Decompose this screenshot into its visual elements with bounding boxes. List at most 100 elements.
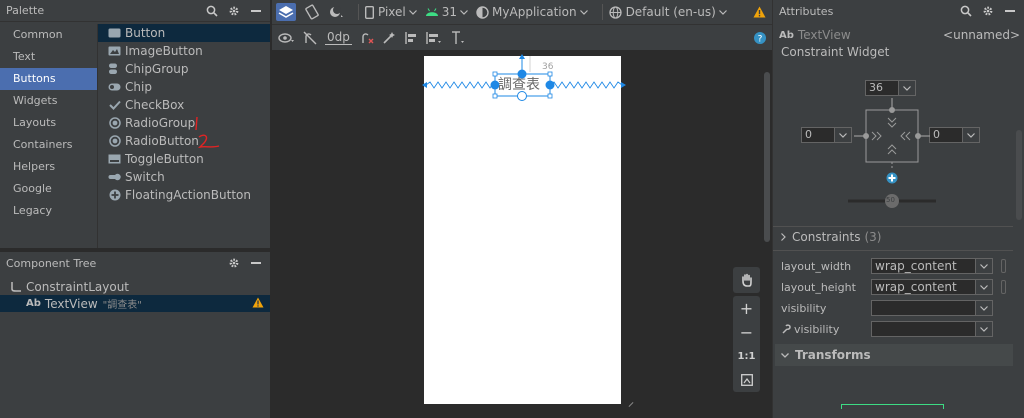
constraint-widget-title: Constraint Widget: [781, 45, 890, 59]
category-common[interactable]: Common: [0, 24, 97, 46]
guidelines-icon[interactable]: [450, 30, 466, 45]
tree-item-label: TextView: [44, 296, 98, 311]
left-margin-value[interactable]: 0: [801, 127, 835, 143]
constraints-section[interactable]: Constraints (3): [781, 230, 881, 244]
component-button[interactable]: Button: [98, 24, 270, 42]
device-selector[interactable]: Pixel: [365, 5, 417, 19]
component-radiogroup[interactable]: RadioGroup: [98, 114, 270, 132]
globe-icon: [608, 5, 622, 19]
minimize-icon[interactable]: [1002, 3, 1018, 19]
theme-selector[interactable]: MyApplication: [476, 5, 588, 19]
search-icon[interactable]: [204, 3, 220, 19]
constraint-widget-diagram[interactable]: [848, 96, 944, 216]
locale-selector[interactable]: Default (en-us): [608, 5, 727, 19]
chevron-down-icon[interactable]: [975, 300, 993, 316]
component-floatingactionbutton[interactable]: FloatingActionButton: [98, 186, 270, 204]
zoom-in-icon[interactable]: +: [733, 296, 760, 320]
category-text[interactable]: Text: [0, 46, 97, 68]
layout-height-value[interactable]: wrap_content: [871, 279, 976, 295]
tree-item-textview[interactable]: Ab TextView "調查表": [0, 295, 270, 312]
transforms-section[interactable]: Transforms: [775, 344, 1013, 366]
layout-width-dropdown[interactable]: wrap_content: [871, 258, 993, 274]
pack-icon[interactable]: [404, 31, 418, 45]
component-tree-header: Component Tree: [0, 252, 270, 274]
chevron-down-icon: [408, 9, 417, 15]
tools-visibility-label: visibility: [794, 322, 840, 336]
align-icon[interactable]: [426, 31, 442, 45]
infer-constraints-icon[interactable]: [382, 31, 396, 45]
component-label: Switch: [125, 170, 165, 184]
tools-visibility-row: visibility: [781, 319, 839, 339]
fab-icon: [108, 189, 121, 202]
image-button-icon: [108, 45, 121, 58]
chevron-down-icon[interactable]: [975, 279, 993, 295]
chevron-down-icon[interactable]: [962, 127, 980, 143]
chevron-down-icon[interactable]: [898, 80, 916, 96]
gear-icon[interactable]: [980, 3, 996, 19]
layout-width-value[interactable]: wrap_content: [871, 258, 976, 274]
tree-item-constraintlayout[interactable]: ConstraintLayout: [0, 278, 270, 295]
category-google[interactable]: Google: [0, 178, 97, 200]
component-checkbox[interactable]: CheckBox: [98, 96, 270, 114]
zoom-to-fit-icon[interactable]: [733, 368, 760, 392]
layout-width-resource-button[interactable]: [1001, 259, 1006, 273]
gear-icon[interactable]: [226, 3, 242, 19]
toggle-button-icon: [108, 153, 121, 166]
top-margin-label: 36: [542, 62, 554, 72]
top-margin-field[interactable]: 36: [865, 80, 916, 96]
category-helpers[interactable]: Helpers: [0, 156, 97, 178]
layers-icon[interactable]: [276, 3, 296, 21]
tools-visibility-dropdown[interactable]: [871, 321, 993, 337]
api-level-selector[interactable]: 31: [425, 5, 468, 19]
zoom-out-icon[interactable]: −: [733, 320, 760, 344]
chevron-down-icon[interactable]: [975, 321, 993, 337]
layout-height-dropdown[interactable]: wrap_content: [871, 279, 993, 295]
autoconnect-icon[interactable]: [303, 31, 317, 45]
chevron-down-icon: [579, 9, 588, 15]
category-widgets[interactable]: Widgets: [0, 90, 97, 112]
handwritten-annotation-1: [192, 113, 222, 153]
layout-height-resource-button[interactable]: [1001, 280, 1006, 294]
attributes-scrollbar[interactable]: [1016, 130, 1022, 220]
minimize-icon[interactable]: [248, 255, 264, 271]
view-options-icon[interactable]: [278, 32, 295, 44]
constraints-count: (3): [864, 230, 882, 244]
clear-constraints-icon[interactable]: [360, 31, 374, 45]
component-label: RadioGroup: [125, 116, 196, 130]
component-label: CheckBox: [125, 98, 185, 112]
category-containers[interactable]: Containers: [0, 134, 97, 156]
help-icon[interactable]: ?: [754, 31, 766, 44]
component-radiobutton[interactable]: RadioButton: [98, 132, 270, 150]
visibility-dropdown[interactable]: [871, 300, 993, 316]
locale-label: Default (en-us): [625, 5, 716, 19]
constraint-layout-icon: [10, 281, 22, 293]
category-buttons[interactable]: Buttons: [0, 68, 97, 90]
zoom-actual-size-button[interactable]: 1:1: [733, 344, 760, 368]
default-margin-button[interactable]: 0dp: [325, 30, 352, 45]
component-label: FloatingActionButton: [125, 188, 251, 202]
orientation-icon[interactable]: [304, 4, 320, 20]
component-label: ToggleButton: [125, 152, 204, 166]
component-chipgroup[interactable]: ChipGroup: [98, 60, 270, 78]
search-icon[interactable]: [958, 3, 974, 19]
category-layouts[interactable]: Layouts: [0, 112, 97, 134]
component-imagebutton[interactable]: ImageButton: [98, 42, 270, 60]
top-margin-value[interactable]: 36: [865, 80, 899, 96]
minimize-icon[interactable]: [248, 3, 264, 19]
tools-visibility-value[interactable]: [871, 321, 976, 337]
left-margin-field[interactable]: 0: [801, 127, 852, 143]
component-switch[interactable]: Switch: [98, 168, 270, 186]
gear-icon[interactable]: [226, 255, 242, 271]
component-togglebutton[interactable]: ToggleButton: [98, 150, 270, 168]
warning-icon[interactable]: [252, 297, 264, 308]
chevron-down-icon[interactable]: [975, 258, 993, 274]
pan-button[interactable]: [733, 267, 760, 293]
canvas-vertical-scrollbar[interactable]: [764, 72, 770, 242]
warning-icon[interactable]: [753, 6, 766, 18]
component-chip[interactable]: Chip: [98, 78, 270, 96]
theme-night-mode-icon[interactable]: [328, 5, 344, 19]
category-legacy[interactable]: Legacy: [0, 200, 97, 222]
transform-preview: [841, 404, 944, 409]
visibility-value[interactable]: [871, 300, 976, 316]
component-id[interactable]: <unnamed>: [943, 28, 1020, 42]
